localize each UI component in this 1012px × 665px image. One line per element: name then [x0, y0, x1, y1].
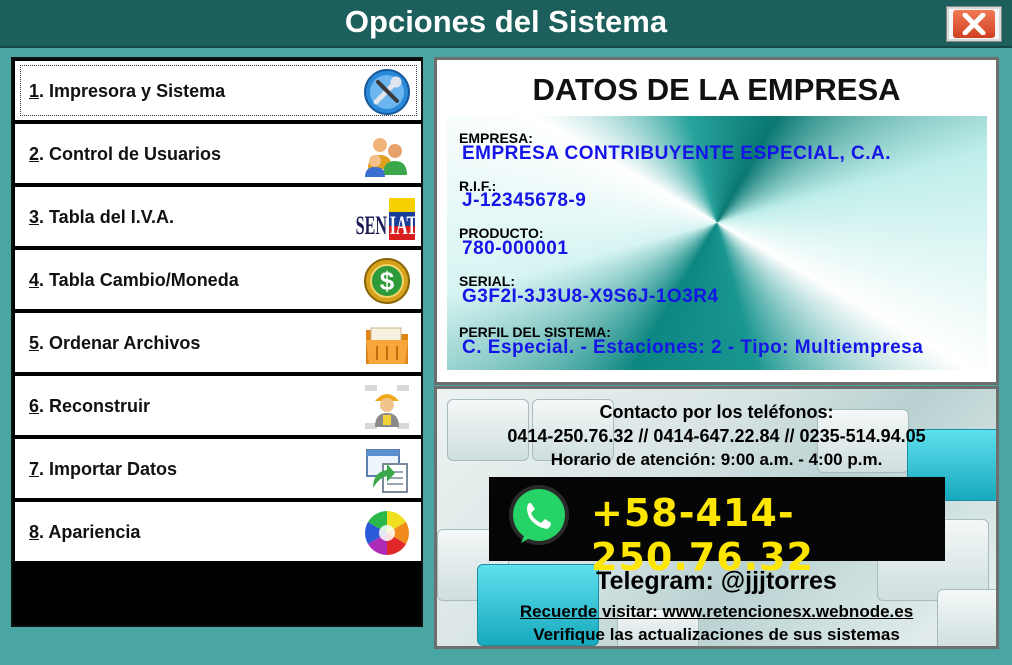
menu-item-label: . Tabla del I.V.A.: [39, 207, 175, 227]
color-wheel-icon: [365, 511, 409, 555]
perfil-value: C. Especial. - Estaciones: 2 - Tipo: Mul…: [462, 337, 924, 358]
contact-heading: Contacto por los teléfonos:: [599, 402, 834, 422]
menu-item-label: . Apariencia: [39, 522, 141, 542]
title-bar: Opciones del Sistema: [0, 0, 1012, 48]
menu-item-label: . Reconstruir: [39, 396, 151, 416]
whatsapp-banner[interactable]: +58-414-250.76.32: [489, 477, 945, 579]
tools-icon: [364, 69, 410, 115]
folder-icon: [366, 327, 408, 364]
serial-value: G3F2I-3J3U8-X9S6J-1O3R4: [462, 286, 719, 307]
menu-item-cambio-moneda[interactable]: 4. Tabla Cambio/Moneda $: [15, 250, 421, 311]
menu-item-number: 4: [29, 270, 40, 290]
menu-item-reconstruir[interactable]: 6. Reconstruir: [15, 376, 421, 437]
menu-item-impresora[interactable]: 1. Impresora y Sistema: [15, 61, 421, 122]
options-window: Opciones del Sistema 1. Impresora y Sist…: [0, 0, 1012, 665]
options-menu: 1. Impresora y Sistema 2. Control de Usu…: [11, 57, 423, 627]
menu-item-number: 2: [29, 144, 40, 164]
close-button[interactable]: [946, 6, 1002, 42]
menu-item-label: . Tabla Cambio/Moneda: [39, 270, 239, 290]
svg-text:IAT: IAT: [390, 211, 417, 240]
menu-item-iva[interactable]: 3. Tabla del I.V.A. SEN IAT: [15, 187, 421, 248]
company-data-title: DATOS DE LA EMPRESA: [532, 72, 901, 107]
updates-notice: Verifique las actualizaciones de sus sis…: [533, 625, 900, 644]
menu-item-label: . Control de Usuarios: [39, 144, 222, 164]
contact-panel: Contacto por los teléfonos: 0414-250.76.…: [434, 386, 999, 649]
whatsapp-icon: [509, 485, 569, 545]
close-icon: [962, 13, 986, 35]
producto-value: 780-000001: [462, 238, 569, 259]
users-icon: [365, 138, 407, 177]
menu-item-importar-datos[interactable]: 7. Importar Datos: [15, 439, 421, 500]
menu-item-usuarios[interactable]: 2. Control de Usuarios: [15, 124, 421, 185]
dollar-coin-icon: $: [364, 258, 410, 304]
menu-item-number: 8: [29, 522, 40, 542]
company-data-box: EMPRESA: EMPRESA CONTRIBUYENTE ESPECIAL,…: [447, 116, 987, 370]
menu-item-label: . Impresora y Sistema: [39, 81, 226, 101]
window-title: Opciones del Sistema: [344, 4, 668, 39]
contact-hours: Horario de atención: 9:00 a.m. - 4:00 p.…: [550, 450, 883, 469]
menu-item-number: 5: [29, 333, 40, 353]
seniat-logo-icon: SEN IAT: [356, 198, 417, 240]
svg-text:SEN: SEN: [356, 211, 388, 240]
website-link[interactable]: Recuerde visitar: www.retencionesx.webno…: [437, 602, 996, 622]
telegram-contact: Telegram: @jjjtorres: [596, 567, 837, 595]
contact-phones: 0414-250.76.32 // 0414-647.22.84 // 0235…: [507, 426, 926, 446]
rif-value: J-12345678-9: [462, 190, 587, 211]
menu-item-apariencia[interactable]: 8. Apariencia: [15, 502, 421, 563]
import-data-icon: [366, 449, 408, 493]
worker-icon: [365, 385, 409, 429]
menu-item-label: . Ordenar Archivos: [39, 333, 201, 353]
company-data-panel: DATOS DE LA EMPRESA EMPRESA: EMPRESA CON…: [434, 57, 999, 385]
svg-text:$: $: [380, 266, 395, 296]
menu-item-number: 7: [29, 459, 40, 479]
whatsapp-number: +58-414-250.76.32: [591, 491, 814, 579]
menu-item-ordenar-archivos[interactable]: 5. Ordenar Archivos: [15, 313, 421, 374]
menu-item-number: 3: [29, 207, 40, 227]
menu-item-label: . Importar Datos: [39, 459, 178, 479]
menu-item-number: 1: [29, 81, 40, 101]
menu-item-number: 6: [29, 396, 40, 416]
empresa-value: EMPRESA CONTRIBUYENTE ESPECIAL, C.A.: [462, 143, 892, 164]
